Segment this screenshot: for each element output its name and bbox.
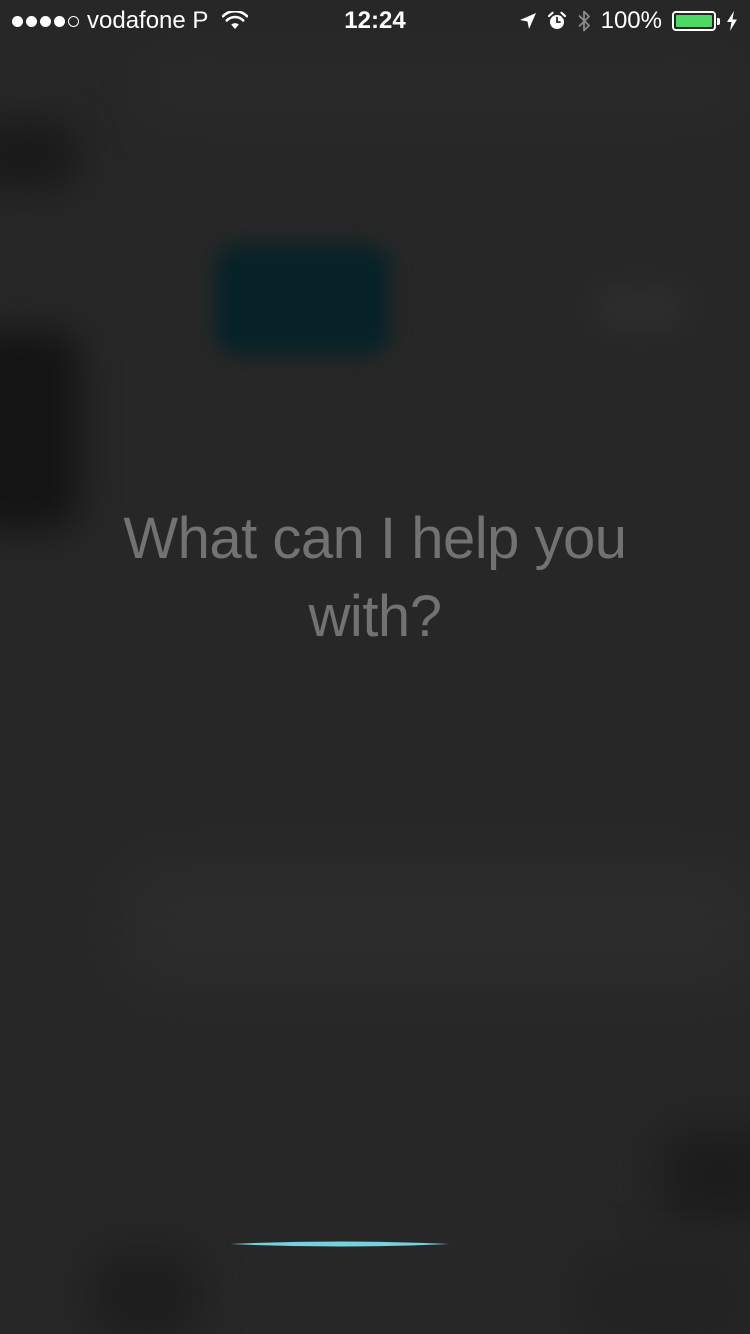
blurred-background	[660, 1130, 750, 1220]
battery-nub	[717, 18, 720, 25]
battery-percent: 100%	[600, 7, 662, 34]
status-bar: vodafone P 12:24 100%	[0, 0, 750, 40]
siri-prompt: What can I help you with?	[123, 506, 627, 649]
blurred-background	[120, 860, 750, 990]
siri-screen: vodafone P 12:24 100% What can I help yo…	[0, 0, 750, 1334]
blurred-background	[580, 1255, 750, 1334]
blurred-background	[0, 330, 80, 530]
waveform-glow	[230, 1241, 450, 1247]
blurred-background	[215, 245, 390, 355]
blurred-background	[0, 120, 80, 190]
blurred-background	[590, 285, 690, 330]
blurred-background	[140, 55, 740, 115]
location-arrow-icon	[519, 13, 536, 29]
siri-waveform[interactable]	[0, 1235, 750, 1255]
blurred-background	[90, 1250, 200, 1334]
battery-icon	[672, 11, 720, 31]
status-right: 100%	[519, 7, 738, 35]
charging-bolt-icon	[727, 11, 737, 31]
battery-fill	[676, 15, 712, 27]
bluetooth-icon	[577, 10, 590, 32]
alarm-clock-icon	[547, 11, 566, 29]
